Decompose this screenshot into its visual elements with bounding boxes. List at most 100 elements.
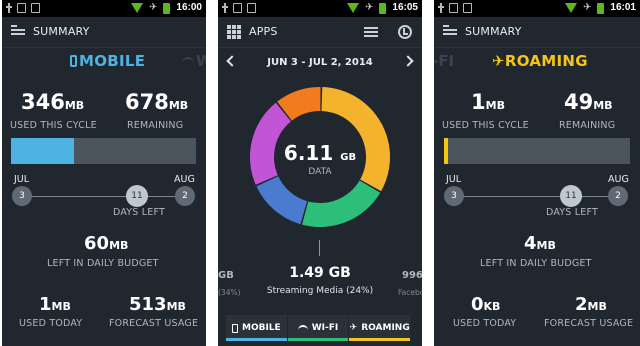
used-today-label: USED TODAY bbox=[19, 318, 83, 329]
network-title-label: MOBILE bbox=[79, 52, 146, 70]
usb-icon bbox=[222, 3, 228, 13]
usage-bar-fill bbox=[11, 138, 74, 164]
android-icon bbox=[17, 3, 26, 13]
date-range: JUN 3 - JUL 2, 2014 bbox=[267, 57, 373, 68]
next-category-label: Facebo bbox=[398, 288, 422, 297]
used-this-cycle-label: USED THIS CYCLE bbox=[10, 120, 97, 131]
android-icon bbox=[449, 3, 458, 13]
used-this-cycle-label: USED THIS CYCLE bbox=[442, 120, 529, 131]
app-bar: APPS bbox=[218, 17, 422, 47]
total-data-value: 6.11 GB bbox=[283, 141, 357, 165]
cycle-start-month: JUL bbox=[14, 174, 30, 185]
tab-mobile-label: MOBILE bbox=[241, 323, 281, 333]
airplane-icon: ✈ bbox=[583, 2, 592, 13]
selected-category-value[interactable]: 1.49 GB bbox=[218, 265, 422, 281]
cycle-start-month: JUL bbox=[446, 174, 462, 185]
app-bar-title[interactable]: SUMMARY bbox=[33, 25, 90, 38]
current-day: 11 bbox=[126, 185, 148, 207]
tab-roaming-label: ROAMING bbox=[361, 323, 410, 333]
forecast-usage-label: FORECAST USAGE bbox=[544, 318, 634, 329]
apps-screen: ✈ 16:05 APPS JUN 3 - JUL 2, 2014 6.11 GB… bbox=[218, 0, 422, 346]
phone-icon bbox=[231, 323, 238, 333]
android-icon bbox=[233, 3, 242, 13]
wifi-signal-icon bbox=[565, 3, 578, 13]
tab-mobile[interactable]: MOBILE bbox=[226, 315, 287, 341]
days-left-label: DAYS LEFT bbox=[113, 207, 165, 218]
airplane-icon: ✈ bbox=[365, 2, 374, 13]
selection-pointer bbox=[319, 240, 320, 256]
menu-icon[interactable] bbox=[443, 25, 457, 38]
tab-wifi[interactable]: WI-FI bbox=[287, 315, 349, 341]
daily-budget-label: LEFT IN DAILY BUDGET bbox=[480, 258, 592, 269]
cycle-end-month: AUG bbox=[174, 174, 195, 185]
used-today-value: 1MB bbox=[39, 294, 71, 315]
forecast-usage-value: 2MB bbox=[575, 294, 607, 315]
network-title[interactable]: MOBILE bbox=[70, 52, 145, 70]
timeline-line bbox=[454, 196, 620, 197]
tab-roaming[interactable]: ✈ ROAMING bbox=[349, 315, 411, 341]
divider bbox=[2, 47, 206, 48]
cycle-end-month: AUG bbox=[608, 174, 629, 185]
data-donut-chart[interactable]: 6.11 GB DATA bbox=[249, 86, 391, 228]
total-data-label: DATA bbox=[308, 167, 332, 177]
battery-icon bbox=[379, 2, 387, 14]
cycle-start-day: 3 bbox=[444, 186, 464, 206]
daily-budget-label: LEFT IN DAILY BUDGET bbox=[47, 258, 159, 269]
cycle-end-day: 2 bbox=[175, 186, 195, 206]
plane-icon: ✈ bbox=[492, 52, 505, 70]
phone-icon bbox=[70, 55, 77, 67]
donut-segment-1[interactable] bbox=[302, 180, 381, 228]
remaining-label: REMAINING bbox=[127, 120, 184, 131]
wifi-signal-icon bbox=[347, 3, 360, 13]
timeline-line bbox=[22, 196, 186, 197]
divider bbox=[218, 47, 422, 48]
grid-icon[interactable] bbox=[227, 25, 241, 39]
used-this-cycle-value: 1MB bbox=[471, 90, 505, 114]
forecast-usage-label: FORECAST USAGE bbox=[109, 318, 199, 329]
wifi-icon bbox=[182, 57, 194, 64]
tab-wifi-label: WI-FI bbox=[311, 323, 339, 333]
usb-icon bbox=[438, 3, 444, 13]
battery-icon bbox=[163, 2, 171, 14]
menu-icon[interactable] bbox=[11, 25, 25, 38]
tab-underline bbox=[226, 338, 287, 341]
cycle-end-day: 2 bbox=[608, 186, 628, 206]
list-view-icon[interactable] bbox=[364, 27, 378, 38]
remaining-value: 49MB bbox=[564, 90, 613, 114]
used-this-cycle-value: 346MB bbox=[21, 90, 85, 114]
notification-icon bbox=[247, 3, 256, 13]
app-bar-title[interactable]: SUMMARY bbox=[465, 25, 522, 38]
next-category-value[interactable]: 996 bbox=[402, 270, 422, 281]
daily-budget-value: 60MB bbox=[84, 233, 129, 254]
next-network-title-peek[interactable]: W bbox=[182, 52, 206, 70]
remaining-value: 678MB bbox=[125, 90, 189, 114]
remaining-label: REMAINING bbox=[559, 120, 616, 131]
daily-budget-value: 4MB bbox=[524, 233, 556, 254]
tab-underline bbox=[349, 338, 411, 341]
usage-bar-fill bbox=[444, 138, 448, 164]
notification-icon bbox=[31, 3, 40, 13]
network-tabs: MOBILE WI-FI ✈ ROAMING bbox=[226, 315, 411, 341]
app-bar: SUMMARY bbox=[2, 17, 206, 47]
used-today-value: 0KB bbox=[471, 294, 501, 315]
donut-center: 6.11 GB DATA bbox=[249, 141, 391, 177]
battery-icon bbox=[597, 2, 605, 14]
donut-segment-2[interactable] bbox=[256, 176, 308, 225]
history-clock-icon[interactable] bbox=[398, 25, 412, 39]
used-today-label: USED TODAY bbox=[453, 318, 517, 329]
app-bar-title[interactable]: APPS bbox=[249, 25, 278, 38]
network-title[interactable]: ✈ROAMING bbox=[492, 52, 588, 70]
mobile-summary-screen: ✈ 16:00 SUMMARY MOBILE W 346MB USED THIS… bbox=[2, 0, 206, 346]
roaming-summary-screen: ✈ 16:01 SUMMARY -FI ✈ROAMING 1MB USED TH… bbox=[434, 0, 640, 346]
divider bbox=[434, 47, 640, 48]
airplane-icon: ✈ bbox=[149, 2, 158, 13]
network-title-label: ROAMING bbox=[504, 52, 588, 70]
usb-icon bbox=[6, 3, 12, 13]
tab-underline bbox=[287, 338, 349, 341]
status-bar: ✈ 16:05 bbox=[218, 0, 422, 17]
status-clock: 16:05 bbox=[392, 2, 418, 13]
status-bar: ✈ 16:00 bbox=[2, 0, 206, 17]
current-day: 11 bbox=[560, 185, 582, 207]
previous-network-title-peek[interactable]: -FI bbox=[434, 52, 454, 70]
next-network-title-label: W bbox=[196, 52, 206, 70]
